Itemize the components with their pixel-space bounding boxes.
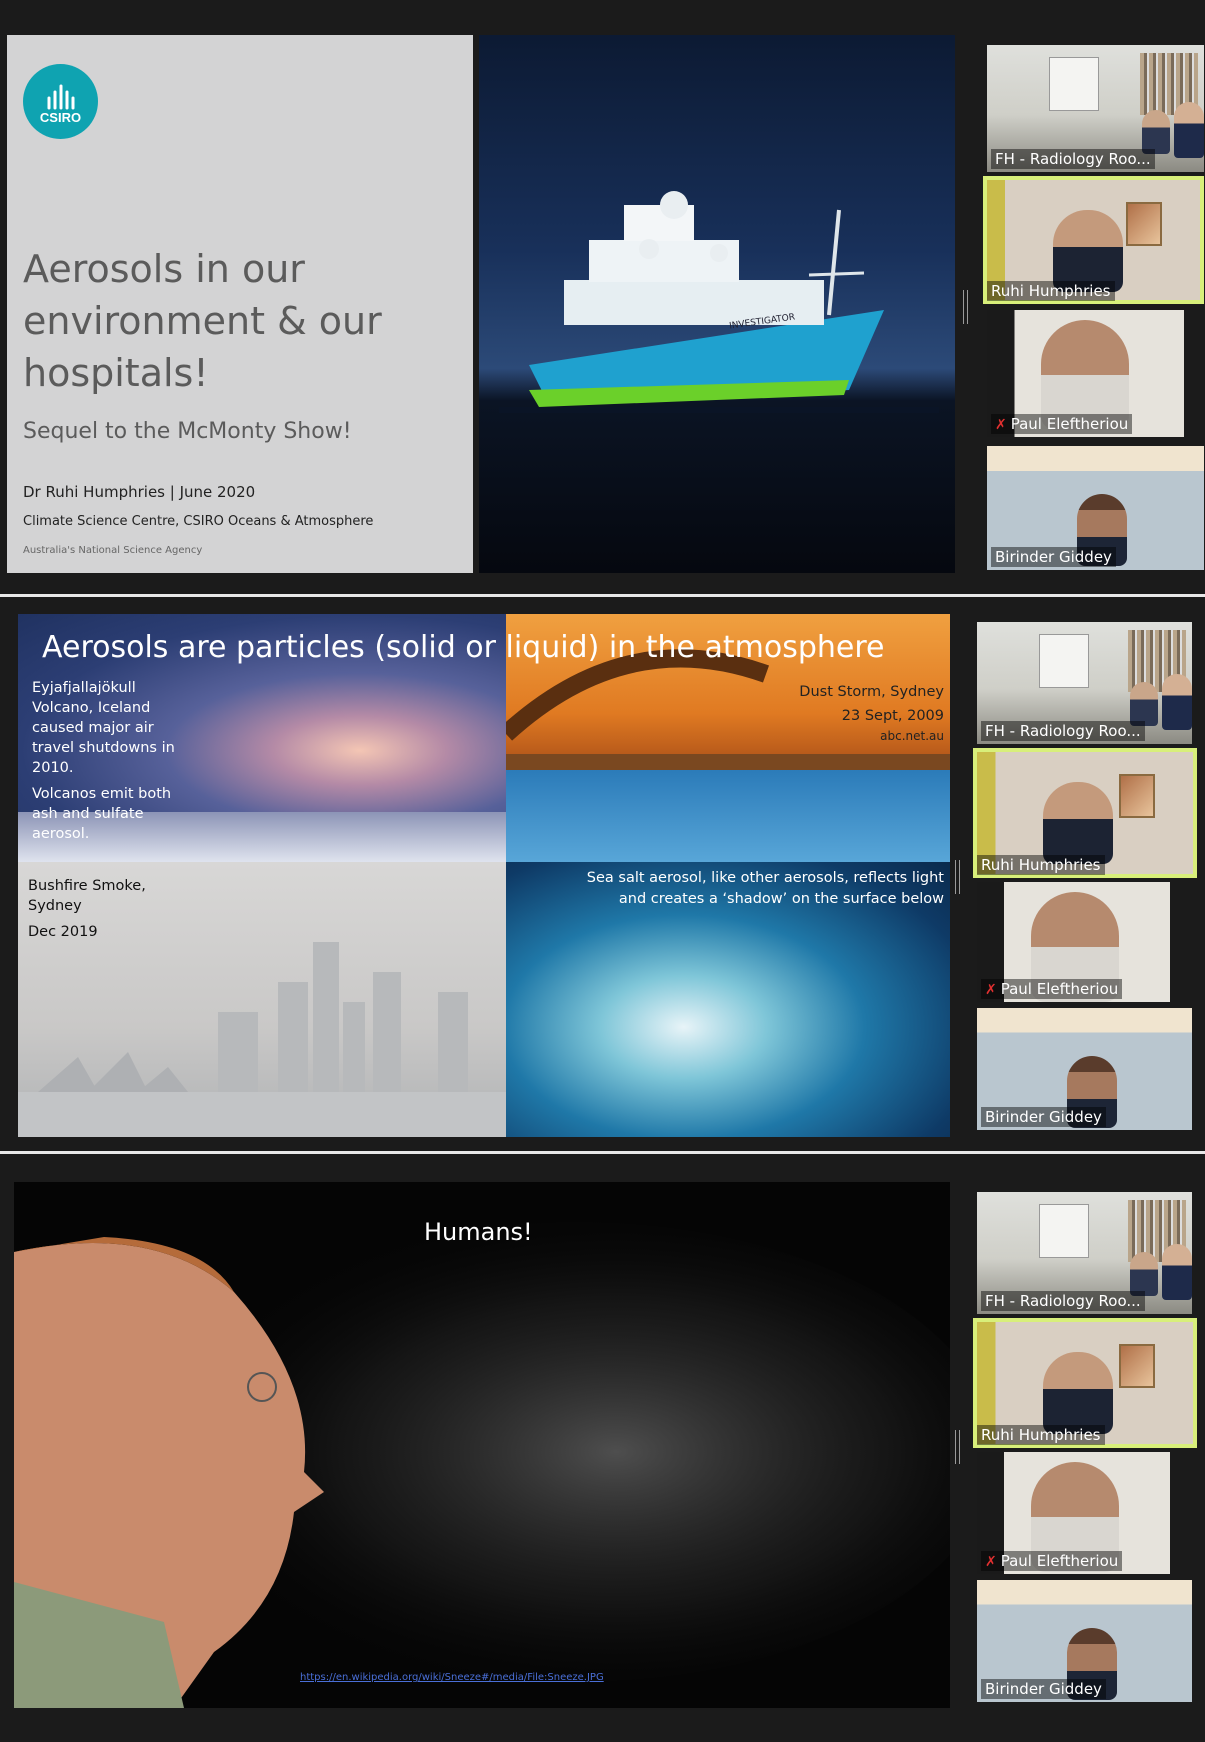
title-panel: CSIRO Aerosols in our environment & our … — [7, 35, 473, 573]
slide-subtitle: Sequel to the McMonty Show! — [23, 419, 352, 444]
sea-salt-caption: Sea salt aerosol, like other aerosols, r… — [587, 868, 944, 910]
participant-tile-ruhi-active-speaker[interactable]: Ruhi Humphries — [983, 176, 1204, 304]
volcano-caption-line: Volcano, Iceland — [32, 700, 151, 716]
shared-slide-title: CSIRO Aerosols in our environment & our … — [7, 35, 955, 573]
participant-name: ✗ Paul Eleftheriou — [991, 414, 1133, 434]
participant-tile-paul[interactable]: ✗ Paul Eleftheriou — [987, 310, 1184, 437]
dust-caption-source: abc.net.au — [880, 729, 944, 743]
participant-tile-birinder[interactable]: Birinder Giddey — [977, 1008, 1192, 1130]
shared-slide-aerosols: Aerosols are particles (solid or liquid)… — [18, 614, 950, 1137]
participant-tile-birinder[interactable]: Birinder Giddey — [987, 446, 1204, 570]
participant-tile-radiology[interactable]: FH - Radiology Roo... — [977, 1192, 1192, 1314]
dust-caption-line: 23 Sept, 2009 — [841, 708, 944, 724]
participant-tile-ruhi-active-speaker[interactable]: Ruhi Humphries — [973, 748, 1197, 878]
ship-illustration — [499, 191, 939, 413]
csiro-logo: CSIRO — [23, 64, 98, 139]
shared-slide-humans: Humans! https://en.wikipedia.org/wiki/Sn… — [14, 1182, 950, 1708]
participant-tile-radiology[interactable]: FH - Radiology Roo... — [987, 45, 1204, 172]
participant-name: Birinder Giddey — [991, 547, 1116, 567]
screenshot-frame-1: CSIRO Aerosols in our environment & our … — [0, 0, 1205, 590]
participant-name: FH - Radiology Roo... — [981, 721, 1145, 741]
participant-tile-radiology[interactable]: FH - Radiology Roo... — [977, 622, 1192, 744]
slide-title-line-1: Aerosols in our — [23, 247, 305, 291]
slide-title: Aerosols are particles (solid or liquid)… — [42, 630, 885, 665]
slide-title-line-2: environment & our — [23, 299, 382, 343]
participant-tile-birinder[interactable]: Birinder Giddey — [977, 1580, 1192, 1702]
volcano-caption-line: aerosol. — [32, 826, 90, 842]
volcano-caption-line: ash and sulfate — [32, 806, 144, 822]
dust-caption-line: Dust Storm, Sydney — [799, 684, 944, 700]
bushfire-caption: Bushfire Smoke, Sydney Dec 2019 — [28, 876, 146, 942]
resize-handle[interactable] — [963, 290, 968, 324]
screenshot-frame-2: Aerosols are particles (solid or liquid)… — [0, 598, 1205, 1151]
microphone-muted-icon: ✗ — [985, 982, 997, 998]
participant-tile-paul[interactable]: ✗ Paul Eleftheriou — [977, 882, 1170, 1002]
image-source-link[interactable]: https://en.wikipedia.org/wiki/Sneeze#/me… — [300, 1672, 604, 1683]
slide-title-line-3: hospitals! — [23, 351, 209, 395]
volcano-caption: Eyjafjallajökull Volcano, Iceland caused… — [32, 678, 175, 844]
research-vessel-image: INVESTIGATOR — [479, 35, 955, 573]
participant-name: Ruhi Humphries — [977, 855, 1105, 875]
volcano-caption-line: travel shutdowns in — [32, 740, 175, 756]
participant-name: Birinder Giddey — [981, 1107, 1106, 1127]
sea-salt-caption-line: Sea salt aerosol, like other aerosols, r… — [586, 870, 944, 886]
participant-tile-paul[interactable]: ✗ Paul Eleftheriou — [977, 1452, 1170, 1574]
csiro-logo-text: CSIRO — [39, 110, 82, 125]
screenshot-divider — [0, 594, 1205, 597]
participant-name-text: Paul Eleftheriou — [1000, 1552, 1119, 1570]
sea-salt-caption-line: and creates a ‘shadow’ on the surface be… — [618, 891, 944, 907]
volcano-caption-line: 2010. — [32, 760, 74, 776]
bushfire-caption-line: Dec 2019 — [28, 924, 98, 940]
screenshot-frame-3: Humans! https://en.wikipedia.org/wiki/Sn… — [0, 1155, 1205, 1742]
slide-affiliation: Climate Science Centre, CSIRO Oceans & A… — [23, 514, 374, 529]
participant-name: Birinder Giddey — [981, 1679, 1106, 1699]
dust-storm-caption: Dust Storm, Sydney 23 Sept, 2009 abc.net… — [799, 680, 944, 744]
resize-handle[interactable] — [955, 860, 960, 894]
participant-name: Ruhi Humphries — [987, 281, 1115, 301]
microphone-muted-icon: ✗ — [985, 1554, 997, 1570]
participant-name-text: Paul Eleftheriou — [1000, 980, 1119, 998]
bushfire-caption-line: Sydney — [28, 898, 82, 914]
bushfire-caption-line: Bushfire Smoke, — [28, 878, 146, 894]
participant-name: Ruhi Humphries — [977, 1425, 1105, 1445]
slide-author: Dr Ruhi Humphries | June 2020 — [23, 483, 256, 501]
participant-name: ✗ Paul Eleftheriou — [981, 979, 1123, 999]
volcano-caption-line: caused major air — [32, 720, 154, 736]
screenshot-divider — [0, 1151, 1205, 1154]
slide-title: Humans! — [424, 1218, 533, 1246]
participant-tile-ruhi-active-speaker[interactable]: Ruhi Humphries — [973, 1318, 1197, 1448]
volcano-caption-line: Volcanos emit both — [32, 786, 172, 802]
participant-name: FH - Radiology Roo... — [991, 149, 1155, 169]
microphone-muted-icon: ✗ — [995, 417, 1007, 433]
volcano-caption-line: Eyjafjallajökull — [32, 680, 136, 696]
sneeze-photo — [14, 1222, 950, 1708]
resize-handle[interactable] — [955, 1430, 960, 1464]
participant-name-text: Paul Eleftheriou — [1010, 415, 1129, 433]
slide-tagline: Australia's National Science Agency — [23, 545, 203, 556]
participant-name: ✗ Paul Eleftheriou — [981, 1551, 1123, 1571]
csiro-logo-mark — [47, 84, 75, 110]
participant-name: FH - Radiology Roo... — [981, 1291, 1145, 1311]
